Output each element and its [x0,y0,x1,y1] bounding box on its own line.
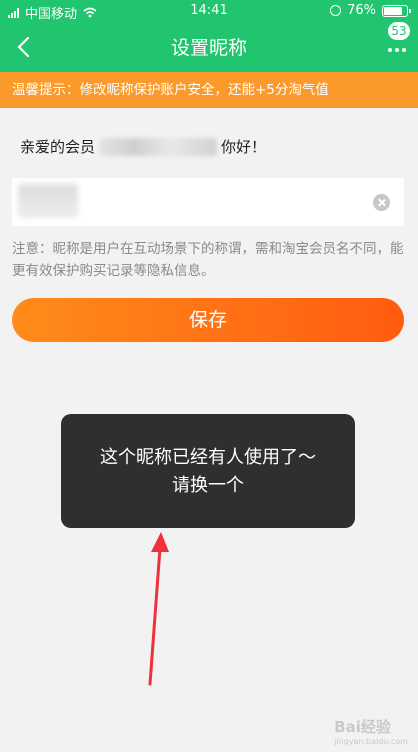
watermark-text: Bai经验 [334,718,391,736]
watermark: Bai经验 jingyan.baidu.com [334,716,408,746]
red-arrow-annotation [148,532,169,686]
watermark-sub: jingyan.baidu.com [334,737,408,746]
